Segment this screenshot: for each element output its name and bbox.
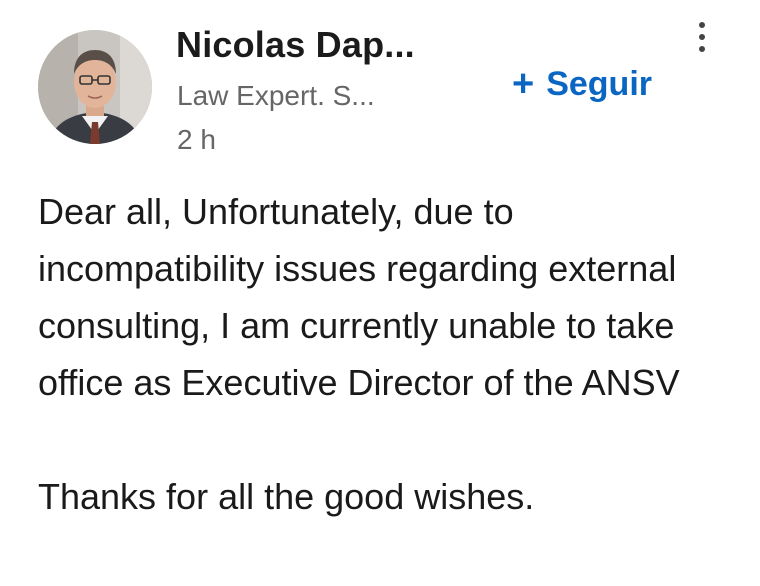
follow-button[interactable]: + Seguir: [512, 60, 652, 108]
post-body: Dear all, Unfortunately, due to incompat…: [38, 183, 728, 525]
avatar-photo: [38, 30, 152, 144]
feed-post: Nicolas Dap... Law Expert. S... 2 h + Se…: [0, 0, 760, 586]
more-vertical-icon: [699, 22, 705, 52]
post-paragraph: Dear all, Unfortunately, due to incompat…: [38, 191, 680, 403]
author-name[interactable]: Nicolas Dap...: [176, 24, 415, 66]
author-headline: Law Expert. S...: [177, 80, 375, 111]
follow-label: Seguir: [546, 64, 653, 103]
post-paragraph: Thanks for all the good wishes.: [38, 476, 535, 517]
author-avatar[interactable]: [38, 30, 152, 144]
plus-icon: +: [512, 63, 535, 105]
post-timestamp: 2 h: [177, 124, 216, 155]
more-options-button[interactable]: [690, 18, 714, 56]
